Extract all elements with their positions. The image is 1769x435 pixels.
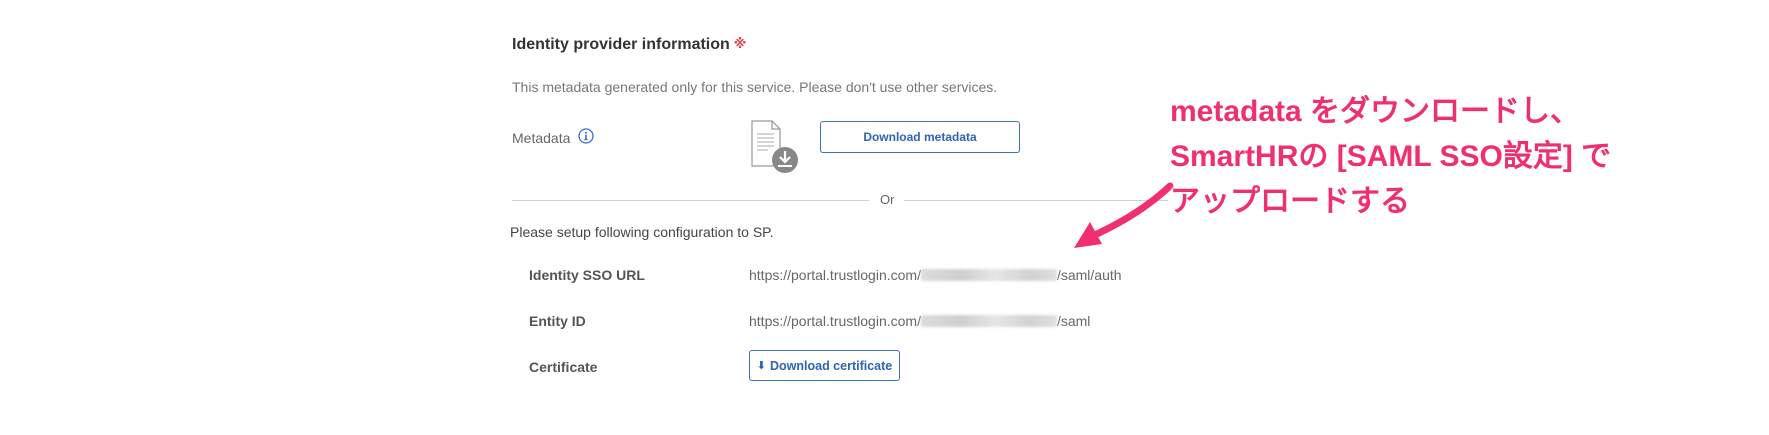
url-suffix: /saml/auth [1056,267,1122,283]
redacted-tenant [920,315,1057,327]
info-icon[interactable] [578,128,594,144]
url-prefix: https://portal.trustlogin.com/ [749,267,921,283]
download-icon: ⬇ [756,360,766,372]
url-suffix: /saml [1056,313,1091,329]
download-metadata-button[interactable]: Download metadata [820,121,1020,153]
url-prefix: https://portal.trustlogin.com/ [749,313,921,329]
metadata-note: This metadata generated only for this se… [512,79,998,95]
annotation-arrow-icon [1074,182,1174,248]
redacted-tenant [920,269,1057,281]
annotation-text: metadata をダウンロードし、 SmartHRの [SAML SSO設定]… [1170,89,1760,224]
document-download-icon [751,120,798,173]
annotation-line-3: アップロードする [1170,185,1410,218]
download-certificate-button[interactable]: ⬇ Download certificate [749,350,900,381]
divider-left [512,200,869,201]
or-separator: Or [880,192,895,207]
section-title: Identity provider information ※ [512,36,746,54]
identity-sso-url-label: Identity SSO URL [529,267,645,283]
download-certificate-label: Download certificate [769,358,893,373]
annotation-line-2: SmartHRの [SAML SSO設定] で [1170,140,1612,173]
setup-intro: Please setup following configuration to … [510,224,774,240]
section-title-text: Identity provider information [512,36,730,53]
entity-id-label: Entity ID [529,313,586,329]
certificate-label: Certificate [529,359,598,375]
identity-sso-url-value[interactable]: https://portal.trustlogin.com/ /saml/auth [749,267,1122,283]
metadata-label: Metadata [512,130,571,146]
entity-id-value[interactable]: https://portal.trustlogin.com/ /saml [749,313,1090,329]
annotation-line-1: metadata をダウンロードし、 [1170,95,1581,128]
required-mark: ※ [733,36,747,51]
